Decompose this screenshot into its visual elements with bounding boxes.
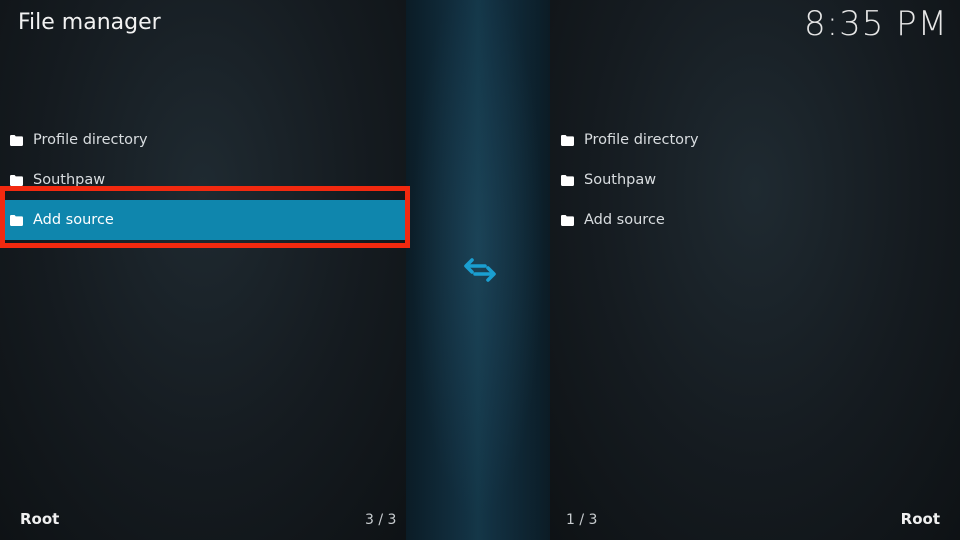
list-item-southpaw[interactable]: Southpaw	[0, 160, 406, 200]
list-item-profile-directory[interactable]: Profile directory	[552, 120, 950, 160]
swap-arrows-icon[interactable]	[463, 256, 497, 284]
right-footer-path: Root	[900, 510, 940, 528]
page-title: File manager	[18, 10, 161, 35]
list-item-label: Profile directory	[584, 132, 699, 148]
clock: 8:35 PM	[804, 4, 948, 44]
list-item-southpaw[interactable]: Southpaw	[552, 160, 950, 200]
right-footer-count: 1 / 3	[566, 512, 598, 528]
list-item-label: Southpaw	[584, 172, 657, 188]
list-item-add-source[interactable]: Add source	[552, 200, 950, 240]
folder-icon	[560, 213, 574, 227]
list-item-label: Add source	[584, 212, 665, 228]
left-footer-path: Root	[20, 510, 60, 528]
left-pane[interactable]	[0, 0, 406, 540]
folder-icon	[560, 173, 574, 187]
right-file-list: Profile directory Southpaw Add source	[552, 120, 950, 240]
right-pane[interactable]	[550, 0, 960, 540]
list-item-add-source[interactable]: Add source	[0, 200, 406, 240]
list-item-label: Southpaw	[33, 172, 106, 188]
folder-icon	[560, 133, 574, 147]
list-item-profile-directory[interactable]: Profile directory	[0, 120, 406, 160]
left-file-list: Profile directory Southpaw Add source	[0, 120, 406, 240]
folder-icon	[9, 173, 23, 187]
folder-icon	[9, 133, 23, 147]
list-item-label: Profile directory	[33, 132, 148, 148]
folder-icon	[9, 213, 23, 227]
list-item-label: Add source	[33, 212, 114, 228]
file-manager-screen: File manager 8:35 PM Profile directory S…	[0, 0, 960, 540]
left-footer-count: 3 / 3	[365, 512, 397, 528]
